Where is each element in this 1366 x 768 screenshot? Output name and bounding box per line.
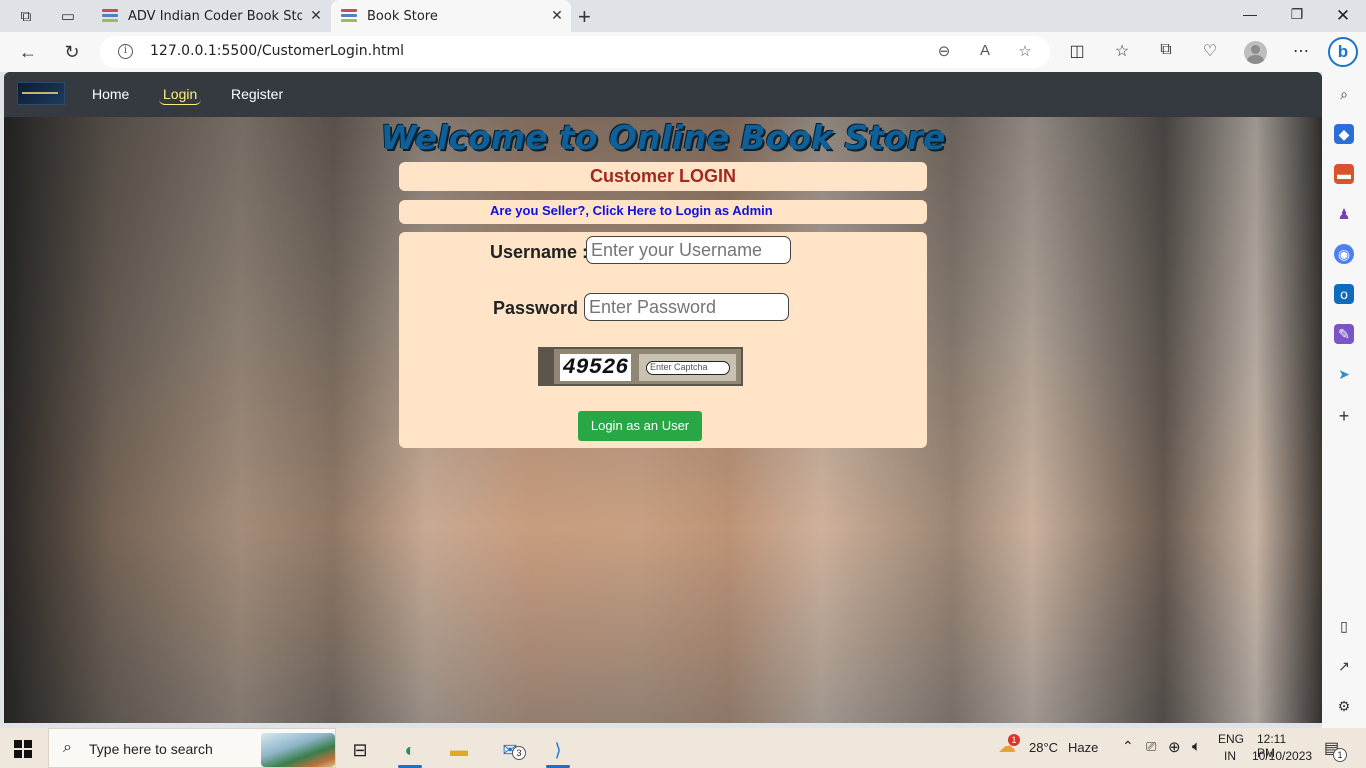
login-form: Username : Password : 49526 Enter Captch… [399,232,927,448]
collections-icon[interactable]: ⧉ [1155,41,1177,63]
outlook-icon[interactable]: o [1334,284,1354,304]
restore-icon[interactable]: ❐ [1287,6,1307,23]
favorites-icon[interactable]: ☆ [1111,41,1133,63]
notification-count-badge: 1 [1333,748,1347,762]
nav-home-link[interactable]: Home [92,86,129,102]
url-text[interactable]: 127.0.0.1:5500/CustomerLogin.html [150,43,404,59]
refresh-icon[interactable]: ↻ [60,40,84,64]
tools-briefcase-icon[interactable]: ▬ [1334,164,1354,184]
taskbar-search-box[interactable]: ⌕ Type here to search [48,728,336,768]
username-input[interactable] [586,236,791,264]
tab-adv-indian-coder[interactable]: ADV Indian Coder Book Store ✕ [92,0,330,32]
add-sidebar-app-icon[interactable]: + [1334,406,1354,426]
profile-avatar[interactable] [1244,41,1267,64]
site-info-icon[interactable]: i [118,44,133,59]
browser-essentials-icon[interactable]: ♡ [1199,41,1221,63]
device-icon[interactable]: ⎚ [1146,739,1156,755]
close-window-icon[interactable]: ✕ [1333,6,1353,26]
weather-alert-badge: 1 [1008,734,1020,746]
games-icon[interactable]: ♟ [1334,204,1354,224]
tab-title: Book Store [367,8,438,24]
nav-register-link[interactable]: Register [231,86,283,102]
tab-title: ADV Indian Coder Book Store [128,8,302,24]
mail-app-icon[interactable]: ✉ 3 [490,732,530,768]
captcha-input-wrap: Enter Captcha [639,354,736,381]
weather-condition[interactable]: Haze [1068,740,1098,755]
url-field[interactable]: i 127.0.0.1:5500/CustomerLogin.html ⊖ A … [100,36,1050,68]
zoom-out-icon[interactable]: ⊖ [934,42,954,62]
password-input[interactable] [584,293,789,321]
search-highlight-image [261,733,335,767]
captcha-code: 49526 [560,354,631,381]
password-label: Password : [493,298,590,318]
sidebar-settings-icon[interactable]: ⚙ [1334,696,1354,716]
bing-copilot-icon[interactable]: b [1328,37,1358,67]
captcha-box: 49526 Enter Captcha [538,347,743,386]
shopping-tag-icon[interactable]: ◆ [1334,124,1354,144]
hide-sidebar-icon[interactable]: ▯ [1334,616,1354,636]
drop-send-icon[interactable]: ➤ [1334,364,1354,384]
region-indicator[interactable]: IN [1224,749,1236,763]
volume-icon[interactable]: 🔈︎ [1192,738,1201,755]
close-tab-icon[interactable]: ✕ [543,8,571,24]
vscode-app-icon[interactable]: ⟩ [538,732,578,768]
book-favicon-icon [102,9,118,23]
captcha-input[interactable]: Enter Captcha [646,361,730,375]
seller-admin-link[interactable]: Are you Seller?, Click Here to Login as … [399,200,927,224]
back-icon[interactable]: ← [16,40,40,64]
show-hidden-icons[interactable]: ⌃ [1122,738,1134,755]
browser-title-bar: ⧉ ▭ ADV Indian Coder Book Store ✕ Book S… [0,0,1366,32]
designer-icon[interactable]: ✎ [1334,324,1354,344]
split-screen-icon[interactable]: ◫ [1066,41,1088,63]
login-as-user-button[interactable]: Login as an User [578,411,702,441]
minimize-icon[interactable]: — [1240,6,1260,22]
mail-badge: 3 [512,746,526,760]
username-label: Username : [490,242,589,262]
tab-actions-icon[interactable]: ▭ [58,6,78,26]
customer-login-heading: Customer LOGIN [399,162,927,191]
site-navbar: Home Login Register [4,72,1322,117]
more-menu-icon[interactable]: ⋯ [1290,41,1312,63]
book-favicon-icon [341,9,357,23]
language-indicator[interactable]: ENG [1218,732,1244,746]
open-external-icon[interactable]: ↗ [1334,656,1354,676]
site-logo[interactable] [17,82,65,105]
search-icon[interactable]: ⌕ [1334,84,1354,104]
page-viewport: Home Login Register Welcome to Online Bo… [4,72,1322,723]
search-icon: ⌕ [63,739,72,756]
network-globe-icon[interactable]: ⊕ [1168,738,1181,756]
search-placeholder: Type here to search [89,741,213,757]
task-view-icon[interactable]: ⊟ [340,732,380,768]
tab-book-store[interactable]: Book Store ✕ [331,0,571,32]
nav-login-link[interactable]: Login [159,86,202,105]
edge-sidebar: ⌕ ◆ ▬ ♟ ◉ o ✎ ➤ + ▯ ↗ ⚙ [1322,72,1366,728]
microsoft-365-icon[interactable]: ◉ [1334,244,1354,264]
address-bar-row: ← ↻ i 127.0.0.1:5500/CustomerLogin.html … [0,32,1366,72]
weather-temperature[interactable]: 28°C [1029,740,1058,755]
edge-app-icon[interactable]: ◐ [390,732,430,768]
windows-taskbar: ⌕ Type here to search ⊟ ◐ ▬ ✉ 3 ⟩ ☁ 1 28°… [0,728,1366,768]
workspaces-icon[interactable]: ⧉ [16,6,36,26]
favorite-star-icon[interactable]: ☆ [1015,42,1035,62]
new-tab-icon[interactable]: + [578,4,591,30]
read-aloud-icon[interactable]: A [975,42,995,62]
windows-start-icon[interactable] [14,740,32,758]
close-tab-icon[interactable]: ✕ [302,8,330,24]
clock-date[interactable]: 10/10/2023 [1252,749,1312,763]
welcome-heading: Welcome to Online Book Store [380,118,946,157]
file-explorer-icon[interactable]: ▬ [439,732,479,768]
